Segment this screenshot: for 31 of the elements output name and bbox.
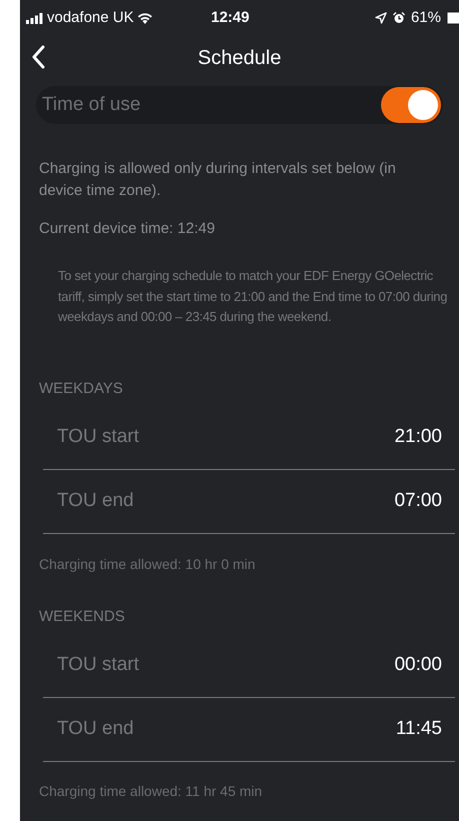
section-heading: WEEKDAYS [38, 378, 124, 398]
info-text: To set your charging schedule to match your EDF Energy GOelectric tariff, simply set the start time to 21:00 and the End time to 07:00 during weekdays and 00:00 – 23:45 during the weekend. [57, 267, 448, 326]
time-setting-row[interactable]: TOU start 00:00 [43, 634, 455, 698]
screen-title: Schedule [198, 46, 282, 71]
location-arrow-icon [374, 12, 387, 24]
charging-time-text: Charging time allowed: 10 hr 0 min [38, 554, 256, 574]
alarm-clock-icon [392, 12, 405, 24]
setting-label: TOU end [57, 716, 134, 741]
carrier-name: vodafone UK [47, 8, 134, 28]
description-text: Charging is allowed only during intervals set below (in device time zone). [38, 159, 397, 201]
status-time: 12:49 [211, 8, 250, 28]
time-of-use-toggle[interactable] [381, 87, 441, 123]
time-value: 11:45 [396, 716, 442, 741]
time-of-use-label: Time of use [42, 92, 141, 117]
signal-icon [26, 12, 44, 24]
current-time-text: Current device time: 12:49 [38, 219, 216, 239]
charging-time-text: Charging time allowed: 11 hr 45 min [38, 782, 264, 800]
wifi-icon [136, 12, 153, 24]
time-value: 00:00 [394, 652, 442, 677]
time-setting-row[interactable]: TOU end 11:45 [43, 698, 455, 762]
battery-percent: 61% [410, 8, 441, 28]
setting-label: TOU end [57, 488, 134, 513]
setting-label: TOU start [57, 652, 139, 677]
setting-label: TOU start [57, 424, 139, 449]
time-setting-row[interactable]: TOU end 07:00 [43, 470, 455, 534]
battery-icon [447, 12, 459, 24]
back-chevron-icon [31, 45, 45, 69]
time-value: 21:00 [394, 424, 442, 449]
time-setting-row[interactable]: TOU start 21:00 [43, 406, 455, 470]
time-value: 07:00 [394, 488, 442, 513]
section-heading: WEEKENDS [38, 606, 126, 626]
